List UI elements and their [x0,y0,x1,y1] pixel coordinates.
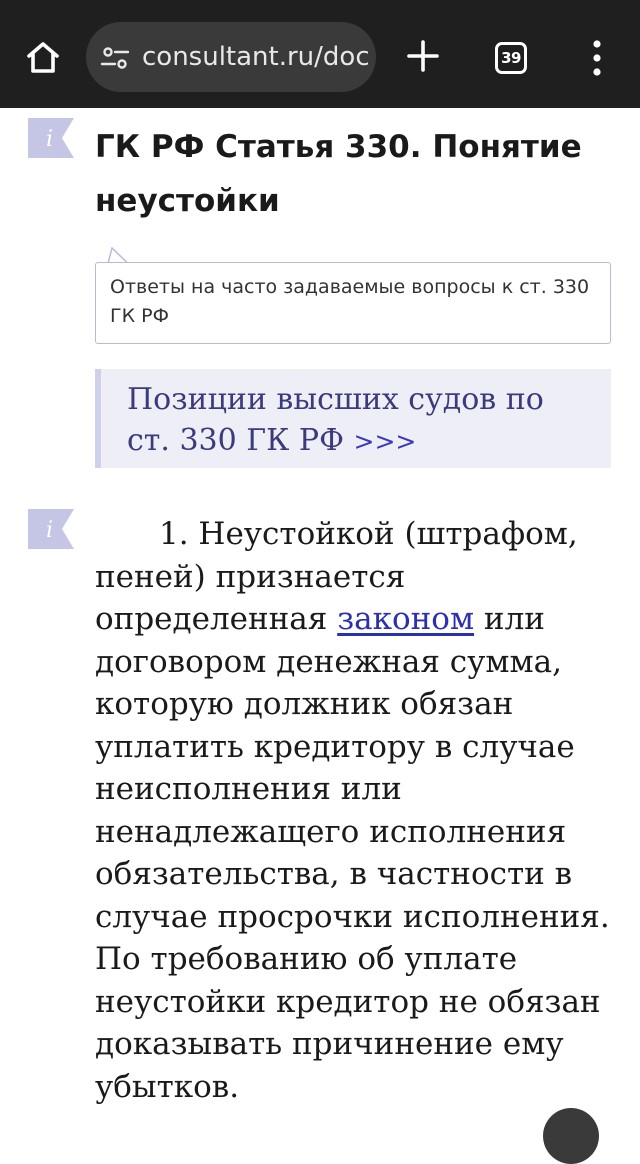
courts-positions-label: Позиции высших судов по ст. 330 ГК РФ [127,382,544,458]
address-bar[interactable]: consultant.ru/document/cons_doc_LAW_5142… [86,22,376,92]
svg-text:i: i [46,518,53,543]
info-flag-icon[interactable]: i [28,509,74,549]
new-tab-icon[interactable] [400,33,446,79]
paragraph-text-end: или договором денежная сумма, которую до… [95,601,610,1105]
more-menu-icon[interactable] [580,36,614,80]
url-text[interactable]: consultant.ru/document/cons_doc_LAW_5142… [142,40,368,74]
faq-link-box[interactable]: Ответы на часто задаваемые вопросы к ст.… [95,262,611,344]
tab-count: 39 [501,49,521,67]
scroll-top-button[interactable] [543,1108,599,1164]
law-link[interactable]: законом [337,601,474,637]
browser-toolbar: consultant.ru/document/cons_doc_LAW_5142… [0,0,640,108]
courts-positions-block[interactable]: Позиции высших судов по ст. 330 ГК РФ >>… [95,369,611,468]
courts-arrows: >>> [353,427,417,456]
home-button[interactable] [18,32,68,82]
article-title: ГК РФ Статья 330. Понятие неустойки [95,129,582,219]
info-flag-icon[interactable]: i [28,118,74,158]
courts-positions-link[interactable]: Позиции высших судов по ст. 330 ГК РФ >>… [127,379,587,462]
faq-link-text[interactable]: Ответы на часто задаваемые вопросы к ст.… [110,273,596,331]
article-paragraph-1: 1. Неустойкой (штрафом, пеней) признаетс… [95,513,617,1108]
svg-text:i: i [46,127,53,152]
site-settings-icon[interactable] [100,43,130,73]
tab-switcher-button[interactable]: 39 [491,38,531,78]
home-icon [27,42,59,73]
